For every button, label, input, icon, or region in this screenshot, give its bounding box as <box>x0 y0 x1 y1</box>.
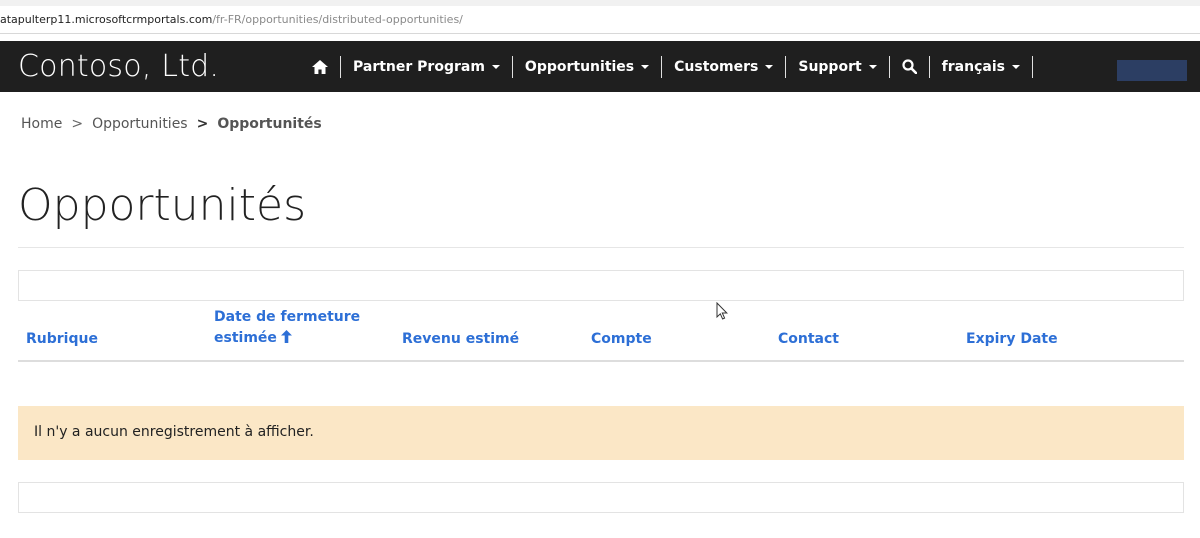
column-header-contact[interactable]: Contact <box>778 329 839 350</box>
nav-customers-label: Customers <box>674 58 759 75</box>
empty-records-alert: Il n'y a aucun enregistrement à afficher… <box>18 406 1184 460</box>
nav-support-label: Support <box>798 58 862 75</box>
column-header-label-line2: estimée <box>214 330 277 346</box>
nav-separator <box>661 55 663 78</box>
column-header-revenu-estime[interactable]: Revenu estimé <box>402 329 519 350</box>
column-header-date-fermeture[interactable]: Date de fermeture estimée <box>214 307 360 350</box>
brand-logo-text[interactable]: Contoso, Ltd. <box>18 49 219 84</box>
nav-separator <box>340 55 341 78</box>
chevron-down-icon <box>641 64 650 69</box>
chevron-down-icon <box>1011 64 1020 69</box>
column-header-label: Compte <box>591 331 652 347</box>
breadcrumb-home[interactable]: Home <box>21 116 62 132</box>
nav-partner-program[interactable]: Partner Program <box>343 41 510 92</box>
nav-language[interactable]: français <box>932 41 1030 92</box>
column-header-label: Revenu estimé <box>402 331 520 347</box>
browser-address-bar[interactable]: atapulterp11.microsoftcrmportals.com/fr-… <box>0 0 1200 34</box>
page-title: Opportunités <box>18 180 306 231</box>
breadcrumb-separator: > <box>71 116 84 132</box>
nav-opportunities-label: Opportunities <box>524 58 635 75</box>
breadcrumb-separator: > <box>196 116 209 132</box>
breadcrumb-current: Opportunités <box>217 116 322 132</box>
user-account-menu[interactable] <box>1117 60 1187 81</box>
nav-separator <box>928 55 930 78</box>
column-header-label: Expiry Date <box>966 331 1058 347</box>
mouse-cursor-icon <box>716 301 728 324</box>
chevron-down-icon <box>868 64 877 69</box>
url-path: /fr-FR/opportunities/distributed-opportu… <box>212 13 463 26</box>
nav-separator <box>785 55 787 78</box>
nav-language-label: français <box>941 58 1005 75</box>
nav-separator <box>888 55 890 78</box>
chevron-down-icon <box>491 64 500 69</box>
nav-customers[interactable]: Customers <box>664 41 783 92</box>
nav-separator <box>511 55 513 78</box>
table-header: Rubrique Date de fermeture estimée Reven… <box>18 300 1184 362</box>
column-header-rubrique[interactable]: Rubrique <box>26 329 98 350</box>
breadcrumb: Home > Opportunities > Opportunités <box>21 116 322 132</box>
column-header-expiry-date[interactable]: Expiry Date <box>966 329 1058 350</box>
column-header-label-line1: Date de fermeture <box>214 309 361 325</box>
empty-records-message: Il n'y a aucun enregistrement à afficher… <box>34 424 314 440</box>
column-header-label: Rubrique <box>26 331 98 347</box>
url-host: atapulterp11.microsoftcrmportals.com <box>0 13 213 26</box>
browser-top-strip <box>0 0 1200 6</box>
nav-support[interactable]: Support <box>788 41 886 92</box>
top-navbar: Contoso, Ltd. Partner Program Opportunit… <box>0 41 1200 92</box>
search-icon[interactable] <box>892 41 927 92</box>
home-icon[interactable] <box>302 41 338 92</box>
url-text[interactable]: atapulterp11.microsoftcrmportals.com/fr-… <box>0 13 463 26</box>
column-header-label: Contact <box>778 331 839 347</box>
nav-partner-program-label: Partner Program <box>353 58 485 75</box>
pagination-panel <box>18 482 1184 513</box>
breadcrumb-opportunities[interactable]: Opportunities <box>92 116 188 132</box>
filter-panel <box>18 270 1184 301</box>
sort-ascending-icon <box>280 329 292 350</box>
divider <box>18 247 1184 248</box>
chevron-down-icon <box>765 64 774 69</box>
nav-opportunities[interactable]: Opportunities <box>515 41 659 92</box>
nav-menu: Partner Program Opportunities Customers … <box>302 41 1035 92</box>
column-header-compte[interactable]: Compte <box>591 329 652 350</box>
nav-separator <box>1031 55 1033 78</box>
